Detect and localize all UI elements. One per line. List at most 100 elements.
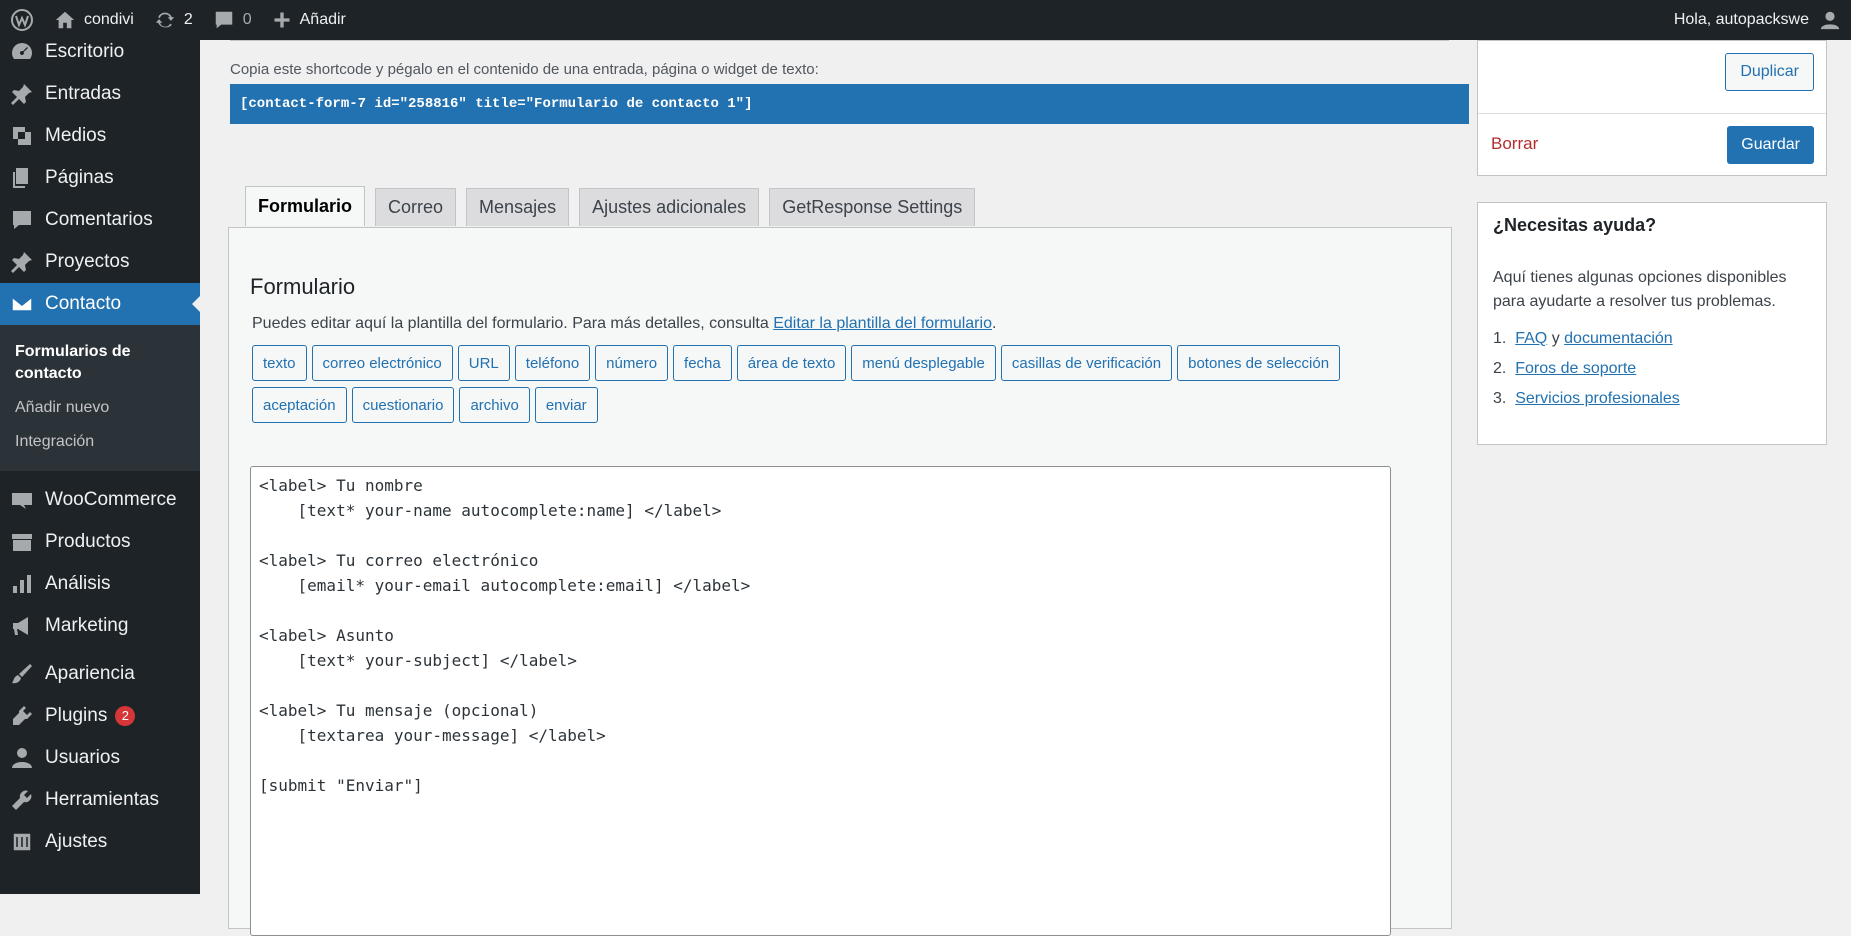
sidebar-item-label: WooCommerce	[45, 489, 177, 510]
users-icon	[8, 744, 36, 772]
divider	[230, 40, 1449, 41]
avatar[interactable]	[1819, 9, 1841, 31]
tab-ajustes-adicionales[interactable]: Ajustes adicionales	[579, 188, 760, 226]
sidebar-item-label: Plugins	[45, 705, 108, 726]
comments-link[interactable]: 0	[203, 0, 262, 40]
home-icon	[55, 11, 75, 29]
tab-mensajes[interactable]: Mensajes	[466, 188, 570, 226]
sidebar-item-marketing[interactable]: Marketing	[0, 605, 200, 647]
sidebar-item-comentarios[interactable]: Comentarios	[0, 199, 200, 241]
site-name-link[interactable]: condivi	[44, 0, 144, 40]
dashboard-icon	[8, 40, 36, 66]
mail-icon	[8, 290, 36, 318]
submenu-integracion[interactable]: Integración	[0, 425, 200, 459]
sidebar-item-label: Escritorio	[45, 41, 125, 62]
settings-icon	[8, 828, 36, 856]
tag-button-enviar[interactable]: enviar	[534, 387, 598, 423]
chart-bar-icon	[8, 570, 36, 598]
plugins-update-badge: 2	[115, 706, 136, 726]
faq-link[interactable]: FAQ	[1515, 330, 1547, 347]
main-content: Copia este shortcode y pégalo en el cont…	[200, 40, 1851, 936]
site-name: condivi	[84, 11, 134, 28]
comments-icon	[8, 206, 36, 234]
updates-link[interactable]: 2	[144, 0, 203, 40]
tag-button-botones-seleccion[interactable]: botones de selección	[1177, 345, 1341, 381]
professional-services-link[interactable]: Servicios profesionales	[1515, 390, 1680, 407]
help-list: 1. FAQ y documentación 2. Foros de sopor…	[1493, 330, 1680, 420]
conjunction-text: y	[1551, 330, 1560, 347]
add-new-link[interactable]: Añadir	[262, 0, 356, 40]
tag-button-numero[interactable]: número	[595, 345, 669, 381]
form-panel: Formulario Puedes editar aquí la plantil…	[228, 227, 1452, 936]
sidebar-item-label: Ajustes	[45, 831, 108, 852]
sidebar-item-escritorio[interactable]: Escritorio	[0, 40, 200, 73]
save-button[interactable]: Guardar	[1727, 126, 1814, 164]
submenu-anadir-nuevo[interactable]: Añadir nuevo	[0, 391, 200, 425]
media-icon	[8, 122, 36, 150]
tag-button-archivo[interactable]: archivo	[459, 387, 530, 423]
duplicate-button[interactable]: Duplicar	[1725, 53, 1814, 91]
updates-icon	[155, 12, 174, 28]
shortcode-field[interactable]: [contact-form-7 id="258816" title="Formu…	[230, 84, 1469, 124]
comment-icon	[215, 11, 232, 29]
help-box: ¿Necesitas ayuda? Aquí tienes algunas op…	[1477, 202, 1827, 445]
tag-button-url[interactable]: URL	[457, 345, 510, 381]
tab-formulario[interactable]: Formulario	[245, 186, 366, 226]
list-item: 2. Foros de soporte	[1493, 360, 1637, 377]
sidebar-item-woocommerce[interactable]: WooCommerce	[0, 479, 200, 521]
sidebar-item-plugins[interactable]: Plugins 2	[0, 695, 200, 737]
tag-button-menu[interactable]: menú desplegable	[851, 345, 996, 381]
list-item: 1. FAQ y documentación	[1493, 330, 1673, 347]
shortcode-label: Copia este shortcode y pégalo en el cont…	[230, 61, 819, 78]
tag-button-telefono[interactable]: teléfono	[514, 345, 591, 381]
tag-button-aceptacion[interactable]: aceptación	[252, 387, 347, 423]
submenu-formularios[interactable]: Formularios de contacto	[0, 335, 200, 391]
tag-button-area-texto[interactable]: área de texto	[736, 345, 847, 381]
brush-icon	[8, 660, 36, 688]
sidebar-item-label: Entradas	[45, 83, 122, 104]
wordpress-logo-icon[interactable]	[0, 0, 44, 40]
sidebar-item-label: Contacto	[45, 293, 122, 314]
pin-icon	[8, 80, 36, 108]
megaphone-icon	[8, 612, 36, 640]
sidebar-item-contacto[interactable]: Contacto	[0, 283, 200, 325]
comments-count: 0	[242, 11, 252, 28]
sidebar-item-label: Marketing	[45, 615, 129, 636]
updates-count: 2	[183, 11, 193, 28]
sidebar-item-ajustes[interactable]: Ajustes	[0, 821, 200, 863]
form-template-editor[interactable]: <label> Tu nombre [text* your-name autoc…	[250, 466, 1391, 936]
tag-button-correo[interactable]: correo electrónico	[311, 345, 453, 381]
help-text: Aquí tienes algunas opciones disponibles…	[1493, 269, 1787, 310]
edit-template-link[interactable]: Editar la plantilla del formulario	[773, 315, 992, 332]
help-title: ¿Necesitas ayuda?	[1493, 215, 1657, 235]
tag-button-cuestionario[interactable]: cuestionario	[351, 387, 455, 423]
tag-button-casillas[interactable]: casillas de verificación	[1000, 345, 1173, 381]
pages-icon	[8, 164, 36, 192]
sidebar-item-label: Comentarios	[45, 209, 153, 230]
sidebar-item-entradas[interactable]: Entradas	[0, 73, 200, 115]
sidebar-item-usuarios[interactable]: Usuarios	[0, 737, 200, 779]
admin-bar: condivi 2 0 Añadir Hola, autopackswe	[0, 0, 1851, 40]
sidebar-item-paginas[interactable]: Páginas	[0, 157, 200, 199]
tag-button-texto[interactable]: texto	[252, 345, 307, 381]
support-forums-link[interactable]: Foros de soporte	[1515, 360, 1636, 377]
sidebar-item-proyectos[interactable]: Proyectos	[0, 241, 200, 283]
user-greeting[interactable]: Hola, autopackswe	[1674, 11, 1809, 29]
sidebar-item-herramientas[interactable]: Herramientas	[0, 779, 200, 821]
sidebar-item-medios[interactable]: Medios	[0, 115, 200, 157]
tab-correo[interactable]: Correo	[375, 188, 457, 226]
sidebar-item-label: Herramientas	[45, 789, 160, 810]
sidebar-item-analisis[interactable]: Análisis	[0, 563, 200, 605]
sidebar-item-label: Apariencia	[45, 663, 135, 684]
plugin-icon	[8, 702, 36, 730]
documentation-link[interactable]: documentación	[1564, 330, 1673, 347]
tab-getresponse-settings[interactable]: GetResponse Settings	[769, 188, 976, 226]
sidebar-item-label: Medios	[45, 125, 107, 146]
sidebar-item-productos[interactable]: Productos	[0, 521, 200, 563]
tag-button-fecha[interactable]: fecha	[673, 345, 732, 381]
delete-link[interactable]: Borrar	[1491, 134, 1538, 154]
list-item: 3. Servicios profesionales	[1493, 390, 1680, 407]
add-new-label: Añadir	[299, 11, 346, 28]
sidebar-item-apariencia[interactable]: Apariencia	[0, 653, 200, 695]
woocommerce-icon	[8, 486, 36, 514]
